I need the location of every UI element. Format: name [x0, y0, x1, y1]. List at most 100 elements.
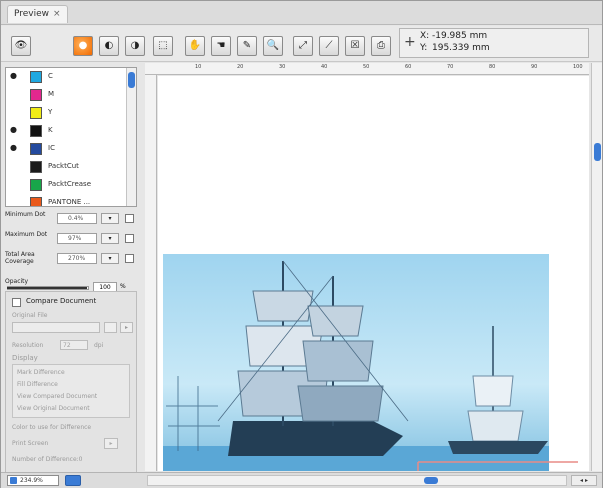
browse-file-button[interactable]: [104, 322, 117, 333]
canvas-horizontal-scroll-thumb[interactable]: [424, 477, 438, 484]
resolution-field[interactable]: 72: [60, 340, 88, 350]
compare-document-panel: Compare Document Original File ▸ Resolut…: [5, 291, 137, 481]
eyedropper-button[interactable]: ✎: [237, 36, 257, 56]
visibility-eye-icon[interactable]: [10, 90, 18, 98]
visibility-eye-icon[interactable]: ●: [10, 144, 18, 152]
ruler-tick-label: 90: [531, 64, 538, 70]
canvas-vertical-scroll-thumb[interactable]: [594, 143, 601, 161]
tac-checkbox[interactable]: [125, 254, 134, 263]
opacity-label: Opacity: [5, 278, 29, 285]
separation-row[interactable]: PacktCrease: [6, 176, 124, 194]
number-of-difference-label: Number of Difference:0: [12, 456, 83, 463]
tab-bar: Preview ×: [1, 1, 602, 25]
separation-name: IC: [48, 144, 55, 152]
display-option[interactable]: View Original Document: [17, 403, 129, 414]
close-view-button[interactable]: ☒: [345, 36, 365, 56]
ruler-vertical: [145, 75, 157, 471]
min-dot-field[interactable]: 0.4%: [57, 213, 97, 224]
document-canvas[interactable]: [158, 76, 589, 471]
half-tone-button[interactable]: ◐: [99, 36, 119, 56]
separation-row[interactable]: PacktCut: [6, 158, 124, 176]
ruler-button[interactable]: ⟋: [319, 36, 339, 56]
max-dot-row: Maximum Dot 97% ▾: [5, 231, 139, 247]
separations-scroll-thumb[interactable]: [128, 72, 135, 88]
ruler-tick-label: 100: [573, 64, 583, 70]
dpi-label: dpi: [94, 342, 104, 349]
ruler-tick-label: 80: [489, 64, 496, 70]
ruler-tick-label: 10: [195, 64, 202, 70]
visibility-eye-icon[interactable]: ●: [10, 126, 18, 134]
separation-name: PANTONE ...: [48, 198, 91, 206]
open-file-button[interactable]: ▸: [120, 322, 133, 333]
visibility-eye-icon[interactable]: ●: [10, 72, 18, 80]
original-file-field[interactable]: [12, 322, 100, 333]
print-screen-button[interactable]: ▸: [104, 438, 118, 449]
separation-name: C: [48, 72, 53, 80]
separation-color-swatch: [30, 179, 42, 191]
y-value: 195.339 mm: [432, 43, 490, 53]
separation-row[interactable]: M: [6, 86, 124, 104]
max-dot-field[interactable]: 97%: [57, 233, 97, 244]
tab-close-icon[interactable]: ×: [53, 9, 61, 19]
tac-label: Total Area Coverage: [5, 251, 35, 265]
pan-tool-button[interactable]: ☚: [211, 36, 231, 56]
min-dot-label: Minimum Dot: [5, 211, 46, 218]
original-file-label: Original File: [12, 312, 48, 319]
separation-row[interactable]: PANTONE ...: [6, 194, 124, 206]
visibility-eye-icon[interactable]: [10, 198, 18, 206]
x-value: -19.985 mm: [432, 31, 488, 41]
visibility-eye-icon[interactable]: [10, 180, 18, 188]
display-option[interactable]: Mark Difference: [17, 367, 129, 378]
tab-preview[interactable]: Preview ×: [7, 5, 68, 23]
zoom-dropdown[interactable]: [65, 475, 81, 486]
eye-toggle-button[interactable]: 👁: [11, 36, 31, 56]
separation-row[interactable]: ● C: [6, 68, 124, 86]
half-mask-button[interactable]: ◑: [125, 36, 145, 56]
print-screen-label: Print Screen: [12, 440, 49, 447]
status-bar: 234.9% ◂ ▸: [1, 472, 602, 488]
measure-button[interactable]: ⤢: [293, 36, 313, 56]
display-option[interactable]: View Compared Document: [17, 391, 129, 402]
resolution-label: Resolution: [12, 342, 44, 349]
separation-name: PacktCut: [48, 162, 79, 170]
coordinate-readout: + X: Y: -19.985 mm 195.339 mm: [399, 28, 589, 58]
compare-document-checkbox[interactable]: [12, 298, 21, 307]
zoom-icon: [10, 477, 17, 484]
min-dot-checkbox[interactable]: [125, 214, 134, 223]
separation-color-button[interactable]: ●: [73, 36, 93, 56]
visibility-eye-icon[interactable]: [10, 162, 18, 170]
area-select-button[interactable]: ⬚: [153, 36, 173, 56]
magnify-button[interactable]: 🔍: [263, 36, 283, 56]
tac-dropdown[interactable]: ▾: [101, 253, 119, 264]
max-dot-dropdown[interactable]: ▾: [101, 233, 119, 244]
scroll-arrows[interactable]: ◂ ▸: [571, 475, 597, 486]
separation-row[interactable]: ● K: [6, 122, 124, 140]
ruler-tick-label: 70: [447, 64, 454, 70]
preview-window: Preview × 👁 ● ◐ ◑ ⬚ ✋ ☚ ✎ 🔍 ⤢ ⟋ ☒ ⎙ + X: Y: -19.985 m…: [0, 0, 603, 488]
max-dot-label: Maximum Dot: [5, 231, 48, 238]
zoom-field[interactable]: 234.9%: [7, 475, 59, 486]
display-label: Display: [12, 354, 38, 362]
canvas-horizontal-scrollbar[interactable]: [147, 475, 567, 486]
tac-field[interactable]: 270%: [57, 253, 97, 264]
hand-tool-button[interactable]: ✋: [185, 36, 205, 56]
display-options: Mark Difference Fill Difference View Compa…: [12, 364, 130, 418]
document-artwork: [163, 254, 578, 471]
separation-name: PacktCrease: [48, 180, 92, 188]
ruler-tick-label: 40: [321, 64, 328, 70]
display-option[interactable]: Fill Difference: [17, 379, 129, 390]
separation-name: K: [48, 126, 53, 134]
separation-row[interactable]: Y: [6, 104, 124, 122]
ruler-horizontal: 10 20 30 40 50 60 70 80 90 100: [145, 63, 589, 75]
max-dot-checkbox[interactable]: [125, 234, 134, 243]
min-dot-dropdown[interactable]: ▾: [101, 213, 119, 224]
separation-color-swatch: [30, 107, 42, 119]
canvas-vertical-scrollbar[interactable]: [591, 63, 602, 471]
separation-row[interactable]: ● IC: [6, 140, 124, 158]
separation-color-swatch: [30, 71, 42, 83]
zoom-value: 234.9%: [20, 477, 43, 484]
print-preview-button[interactable]: ⎙: [371, 36, 391, 56]
ruler-tick-label: 50: [363, 64, 370, 70]
separations-scrollbar[interactable]: [126, 68, 136, 206]
visibility-eye-icon[interactable]: [10, 108, 18, 116]
